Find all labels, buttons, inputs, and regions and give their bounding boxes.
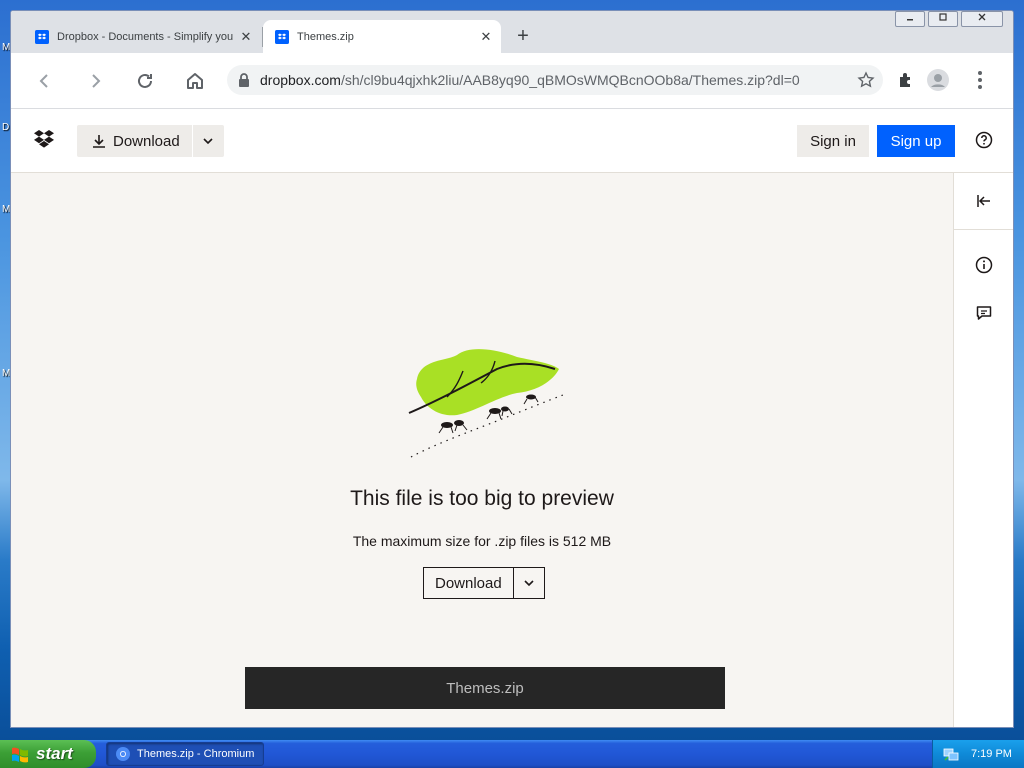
preview-subtitle: The maximum size for .zip files is 512 M… — [352, 533, 612, 549]
tab-dropbox-documents[interactable]: Dropbox - Documents - Simplify your ✕ — [11, 20, 263, 54]
tab-title: Themes.zip — [297, 31, 354, 43]
file-info-button[interactable] — [974, 255, 994, 275]
page-header: Download Sign in Sign up — [11, 109, 1013, 173]
menu-icon — [978, 71, 982, 89]
url-path: /sh/cl9bu4qjxhk2liu/AAB8yq90_qBMOsWMQBcn… — [340, 72, 800, 88]
system-tray: 7:19 PM — [932, 740, 1024, 768]
comment-icon — [976, 306, 992, 320]
close-icon — [978, 13, 986, 21]
chevron-down-icon — [524, 580, 534, 587]
header-download-options-button[interactable] — [191, 125, 224, 157]
start-button[interactable]: start — [0, 740, 96, 768]
collapse-left-icon — [977, 195, 990, 207]
browser-window: Dropbox - Documents - Simplify your ✕ Th… — [10, 10, 1014, 728]
sign-in-button[interactable]: Sign in — [797, 125, 869, 157]
url-text: dropbox.com/sh/cl9bu4qjxhk2liu/AAB8yq90_… — [260, 72, 800, 88]
preview-download-options-button[interactable] — [514, 568, 544, 598]
close-icon[interactable]: ✕ — [239, 30, 253, 44]
home-icon — [187, 73, 203, 89]
restore-button[interactable] — [928, 11, 958, 27]
download-icon — [93, 135, 105, 148]
back-button[interactable] — [31, 67, 59, 95]
chevron-down-icon — [203, 138, 213, 145]
minimize-icon — [907, 19, 913, 21]
dropbox-favicon-icon — [35, 30, 49, 44]
help-icon[interactable] — [975, 131, 993, 149]
window-close-button[interactable] — [961, 11, 1003, 27]
header-download-button-group: Download — [77, 125, 224, 157]
extensions-button[interactable] — [895, 69, 917, 91]
info-icon — [975, 256, 993, 274]
network-icon[interactable] — [943, 746, 959, 762]
preview-download-button[interactable]: Download — [424, 568, 514, 598]
profile-button[interactable] — [927, 69, 949, 91]
dropbox-page: Download Sign in Sign up This file is to… — [11, 109, 1013, 727]
side-rail — [953, 173, 1013, 727]
collapse-panel-button[interactable] — [974, 191, 994, 211]
header-download-label: Download — [113, 132, 180, 150]
tab-title: Dropbox - Documents - Simplify your — [57, 31, 233, 43]
close-icon[interactable]: ✕ — [479, 30, 493, 44]
tab-themes-zip[interactable]: Themes.zip ✕ — [263, 20, 501, 54]
forward-button[interactable] — [81, 67, 109, 95]
browser-menu-button[interactable] — [969, 69, 991, 91]
comments-button[interactable] — [974, 303, 994, 323]
clock[interactable]: 7:19 PM — [971, 748, 1012, 760]
preview-area: This file is too big to preview The maxi… — [11, 173, 953, 727]
dropbox-favicon-icon — [275, 30, 289, 44]
reload-icon — [138, 73, 152, 88]
filename-bar: Themes.zip — [245, 667, 725, 709]
taskbar: start Themes.zip - Chromium 7:19 PM — [0, 740, 1024, 768]
profile-icon — [927, 69, 949, 91]
url-host: dropbox.com — [260, 72, 341, 88]
header-download-button[interactable]: Download — [77, 125, 192, 157]
taskbar-item-chromium[interactable]: Themes.zip - Chromium — [106, 742, 264, 766]
home-button[interactable] — [181, 67, 209, 95]
window-controls — [895, 11, 1003, 27]
new-tab-button[interactable]: + — [511, 25, 535, 49]
star-icon[interactable] — [857, 71, 875, 89]
address-bar[interactable]: dropbox.com/sh/cl9bu4qjxhk2liu/AAB8yq90_… — [227, 65, 883, 95]
lock-icon[interactable] — [237, 72, 251, 88]
sign-up-button[interactable]: Sign up — [877, 125, 955, 157]
tab-strip: Dropbox - Documents - Simplify your ✕ Th… — [11, 11, 1013, 54]
chromium-icon — [116, 747, 130, 761]
desktop-icon-label[interactable]: D — [2, 122, 9, 133]
minimize-button[interactable] — [895, 11, 925, 27]
start-label: start — [36, 744, 73, 763]
dropbox-logo-icon[interactable] — [33, 129, 55, 149]
back-icon — [39, 74, 48, 88]
restore-icon — [939, 13, 947, 21]
browser-toolbar: dropbox.com/sh/cl9bu4qjxhk2liu/AAB8yq90_… — [11, 53, 1013, 109]
windows-logo-icon — [12, 747, 28, 763]
rail-divider — [954, 229, 1013, 230]
taskbar-item-label: Themes.zip - Chromium — [137, 748, 255, 760]
forward-icon — [92, 74, 101, 88]
preview-title: This file is too big to preview — [350, 487, 614, 510]
leaf-ants-illustration — [408, 349, 564, 458]
preview-download-button-group: Download — [423, 567, 545, 599]
reload-button[interactable] — [131, 67, 159, 95]
extensions-icon — [900, 73, 910, 87]
